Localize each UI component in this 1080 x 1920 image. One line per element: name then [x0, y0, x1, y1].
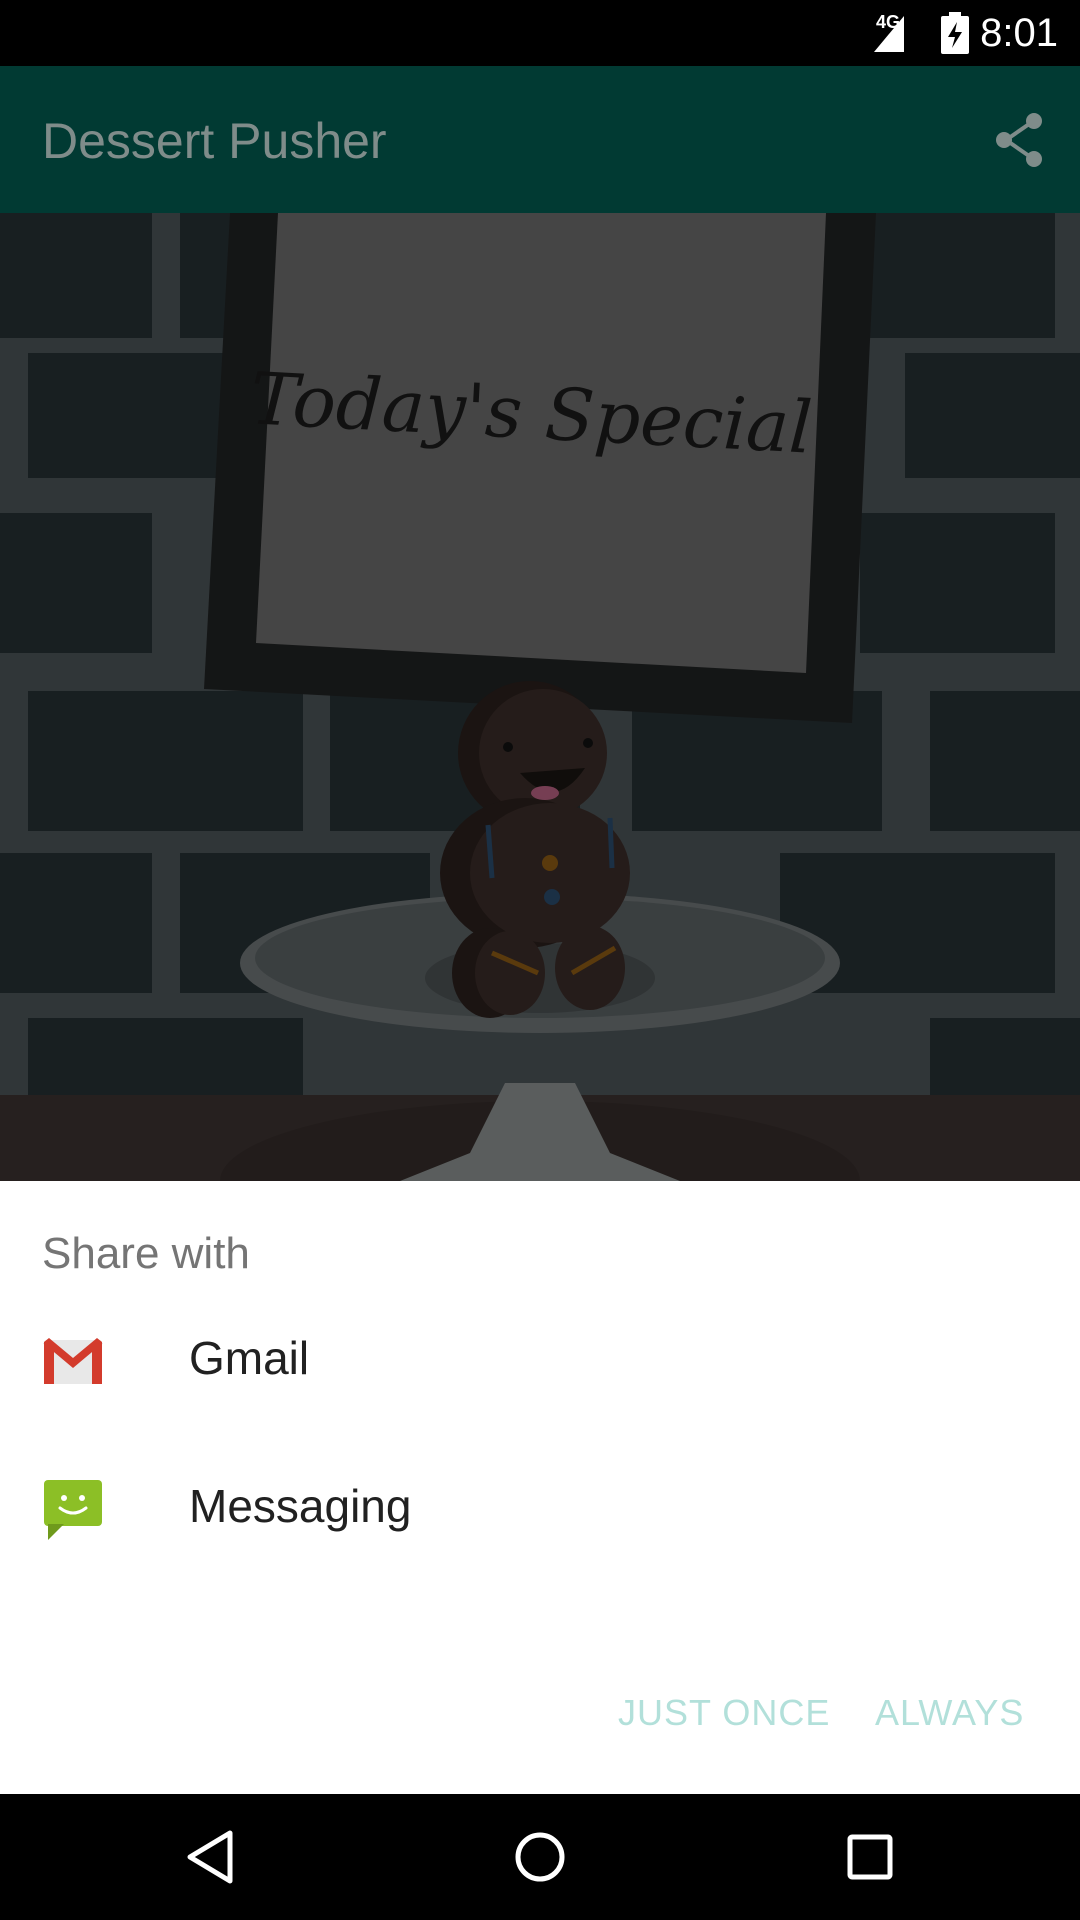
just-once-button[interactable]: JUST ONCE — [618, 1692, 830, 1734]
gmail-icon — [43, 1338, 103, 1384]
share-sheet: Share with Gmail Messaging JUST ONCE ALW… — [0, 1181, 1080, 1794]
hero-illustration: Today's Special — [0, 213, 1080, 1181]
back-icon[interactable] — [182, 1827, 242, 1887]
app-title: Dessert Pusher — [42, 113, 387, 169]
app-bar: Dessert Pusher — [0, 66, 1080, 213]
messaging-icon — [44, 1480, 102, 1540]
recents-icon[interactable] — [840, 1827, 900, 1887]
share-option-label: Gmail — [189, 1332, 310, 1384]
bakery-scene: Today's Special — [0, 213, 1080, 1181]
signal-icon — [874, 16, 904, 52]
home-icon[interactable] — [510, 1827, 570, 1887]
share-option-gmail[interactable]: Gmail — [0, 1286, 1080, 1434]
share-icon[interactable] — [990, 110, 1050, 170]
battery-charging-icon — [941, 12, 969, 54]
clock: 8:01 — [980, 11, 1058, 55]
status-bar: 4G 8:01 — [0, 0, 1080, 66]
always-button[interactable]: ALWAYS — [875, 1692, 1024, 1734]
navigation-bar — [0, 1794, 1080, 1920]
share-option-label: Messaging — [189, 1480, 412, 1532]
share-option-messaging[interactable]: Messaging — [0, 1434, 1080, 1582]
sheet-title: Share with — [42, 1229, 250, 1278]
